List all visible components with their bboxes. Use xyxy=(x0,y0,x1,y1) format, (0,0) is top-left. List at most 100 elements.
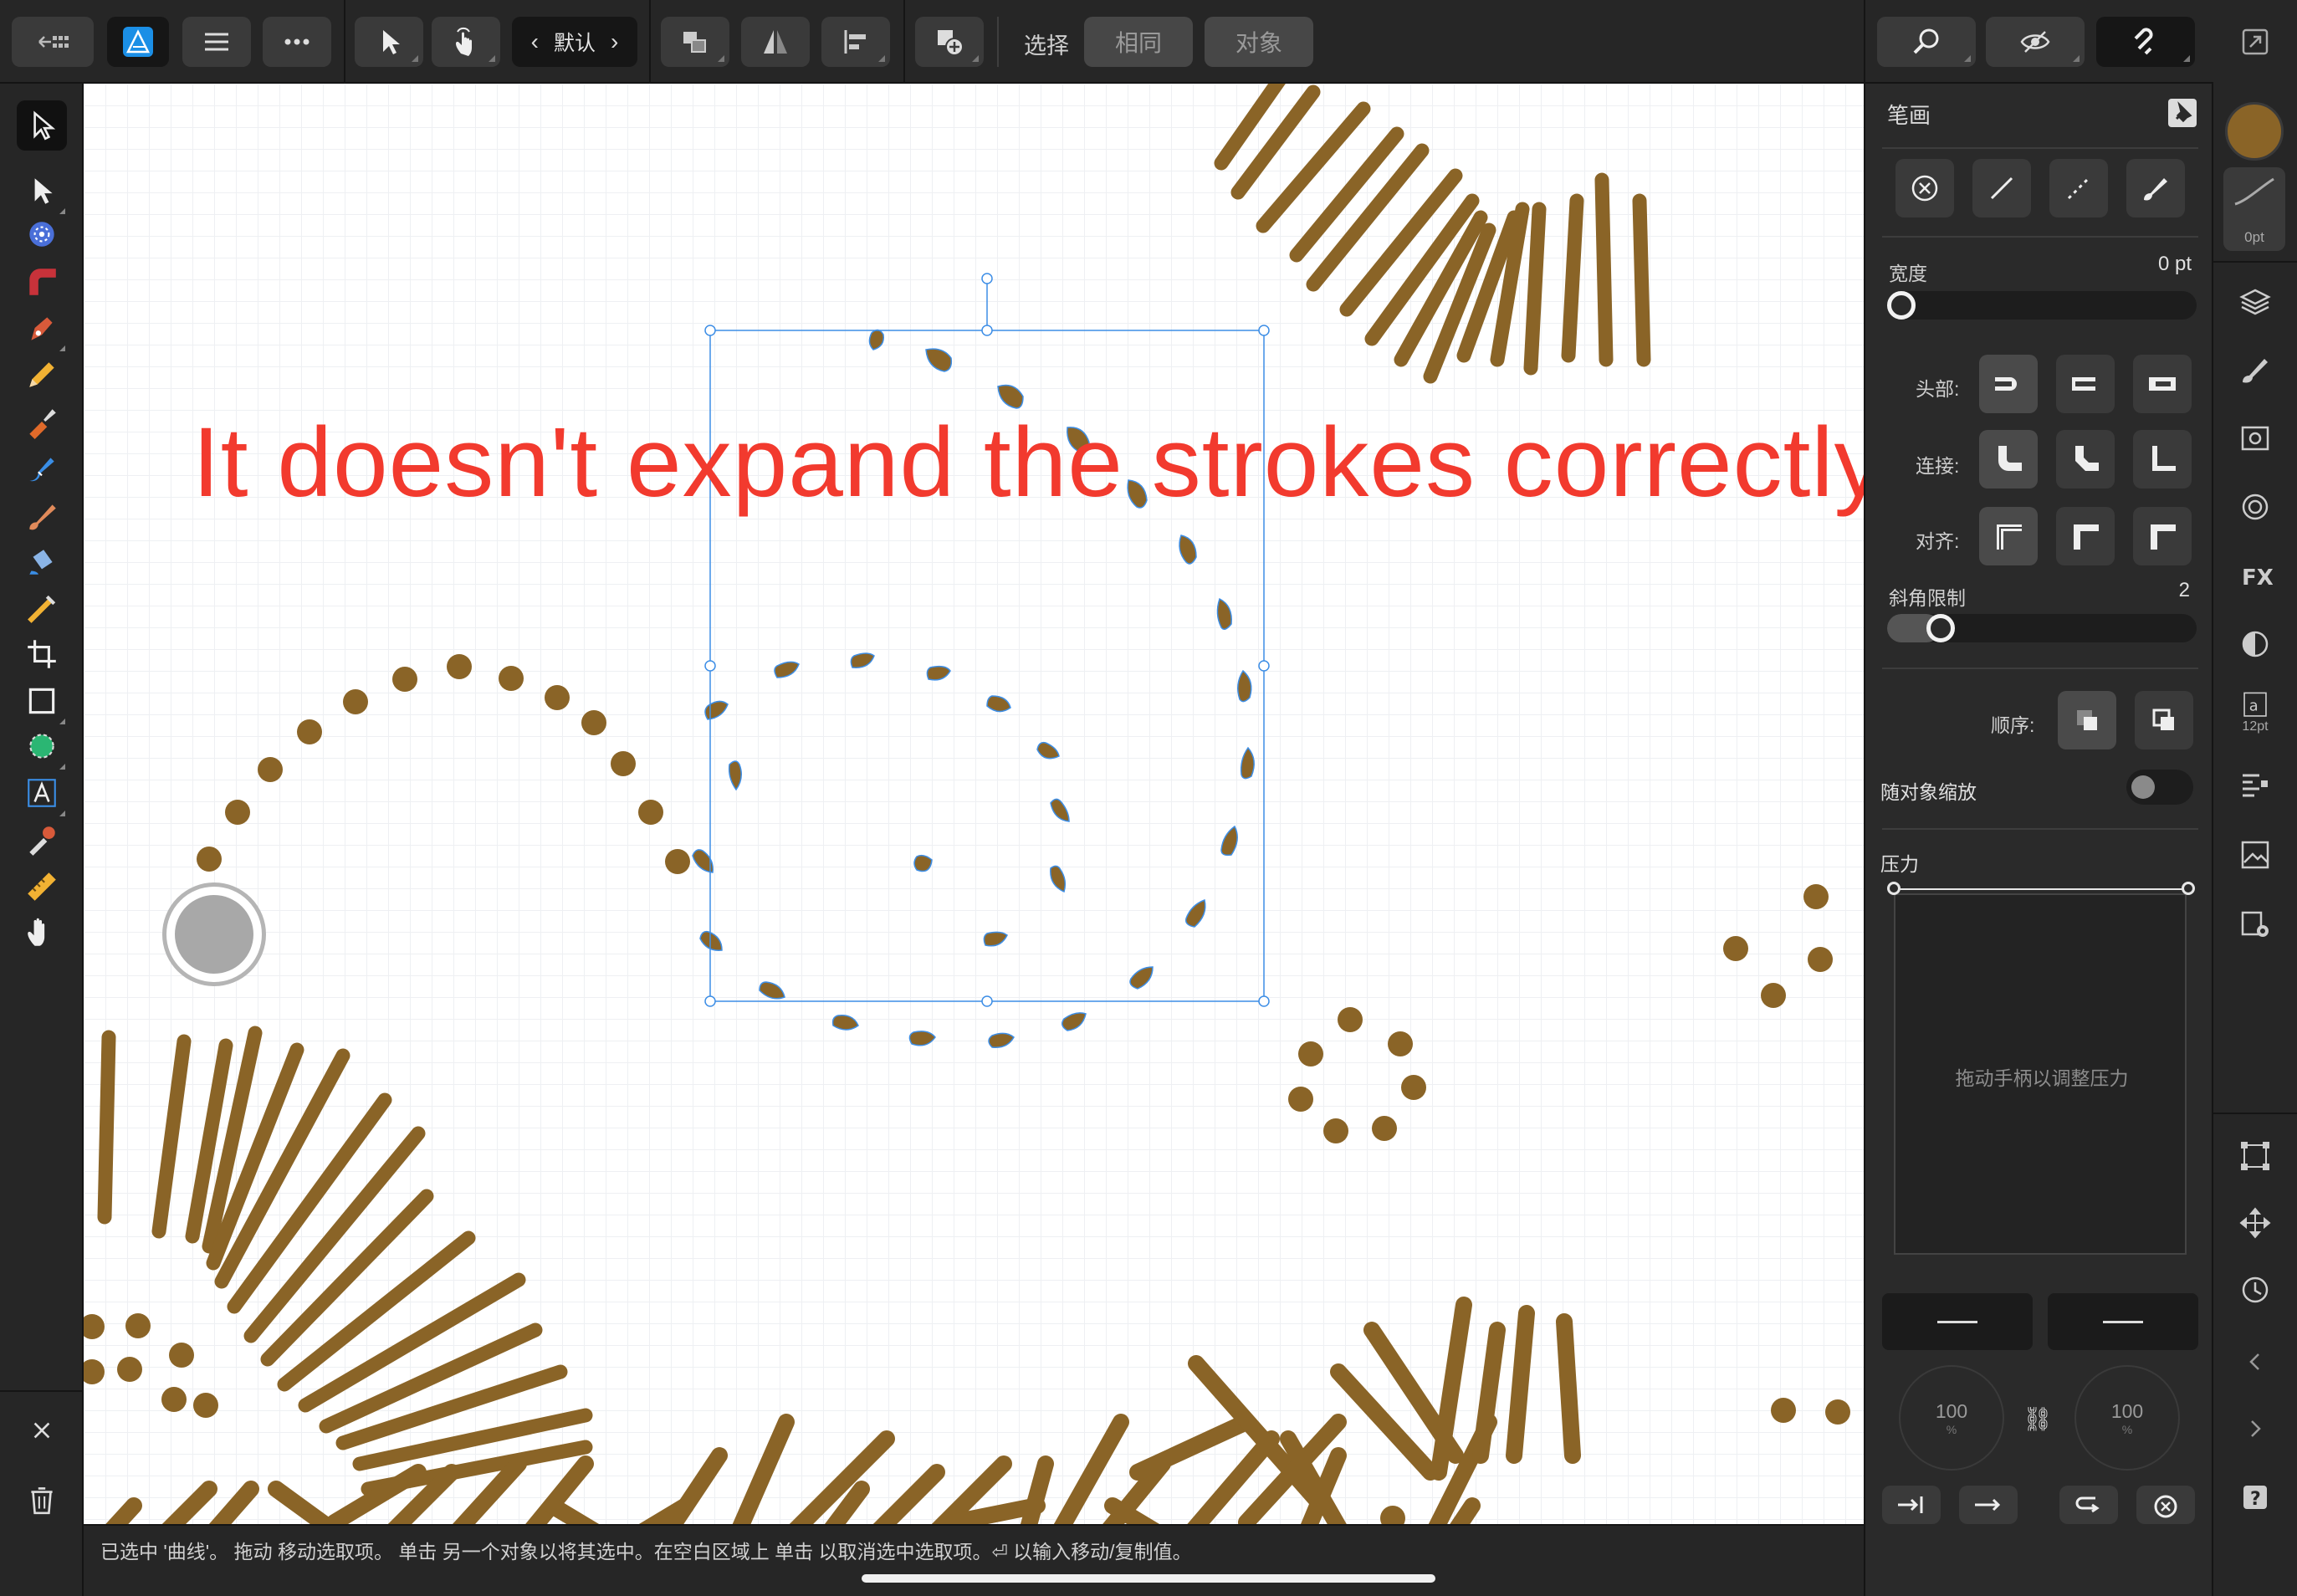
link-icon[interactable]: ⛓ xyxy=(2023,1405,2053,1433)
studio-paragraph[interactable] xyxy=(2230,761,2280,811)
end-arrow-scale-dial[interactable]: 100 % xyxy=(2074,1365,2180,1471)
select-object-button[interactable]: 对象 xyxy=(1205,17,1313,67)
pin-icon[interactable] xyxy=(2168,99,2197,127)
studio-transparency[interactable] xyxy=(2230,482,2280,532)
back-grid-button[interactable] xyxy=(12,17,94,67)
preset-selector[interactable]: ‹ 默认 › xyxy=(512,17,637,67)
tool-fill[interactable] xyxy=(17,443,67,494)
home-indicator[interactable] xyxy=(862,1574,1435,1583)
tool-eyedropper[interactable] xyxy=(17,815,67,865)
studio-layers[interactable] xyxy=(2230,276,2280,326)
tool-point-transform[interactable] xyxy=(17,209,67,259)
stroke-solid-button[interactable] xyxy=(1972,159,2031,217)
swap-arrows-button[interactable] xyxy=(2059,1486,2118,1524)
miter-slider-knob[interactable] xyxy=(1926,614,1956,642)
help-button[interactable]: ? xyxy=(2230,1472,2280,1522)
studio-navigator[interactable] xyxy=(2230,1198,2280,1248)
stroke-front-fill-button[interactable] xyxy=(2135,691,2193,749)
panel-divider xyxy=(1882,236,2198,238)
flip-button[interactable] xyxy=(741,17,810,67)
stroke-behind-fill-button[interactable] xyxy=(2058,691,2116,749)
join-round-button[interactable] xyxy=(2056,430,2115,489)
arrow-outside-button[interactable] xyxy=(1959,1486,2018,1524)
align-outside-button[interactable] xyxy=(2133,507,2192,565)
align-inside-button[interactable] xyxy=(2056,507,2115,565)
studio-appearance[interactable] xyxy=(2230,413,2280,463)
delete-button[interactable] xyxy=(17,1474,67,1524)
studio-color[interactable] xyxy=(2230,619,2280,669)
selection-box[interactable] xyxy=(704,273,1270,1007)
pressure-graph[interactable]: 拖动手柄以调整压力 xyxy=(1894,893,2187,1255)
studio-text-style[interactable]: a 12pt xyxy=(2230,688,2280,738)
move-mode-button[interactable] xyxy=(355,17,423,67)
tool-paint-brush[interactable] xyxy=(17,490,67,540)
studio-history[interactable] xyxy=(2230,1265,2280,1315)
studio-brushes[interactable] xyxy=(2230,345,2280,395)
tool-corner[interactable] xyxy=(17,256,67,306)
tool-text[interactable] xyxy=(17,768,67,818)
order-label: 顺序: xyxy=(1991,714,2035,736)
tool-fill-bucket[interactable] xyxy=(17,537,67,587)
stroke-behind-icon xyxy=(2077,710,2097,730)
width-value[interactable]: 0 pt xyxy=(2158,253,2192,276)
tool-vector-brush[interactable] xyxy=(17,396,67,447)
cancel-button[interactable] xyxy=(17,1405,67,1455)
view-mode-button[interactable] xyxy=(1986,17,2085,67)
tool-shape[interactable] xyxy=(17,721,67,771)
join-bevel-button[interactable] xyxy=(2133,430,2192,489)
stroke-dashed-button[interactable] xyxy=(2049,159,2108,217)
pressure-handle-left[interactable] xyxy=(1887,882,1901,895)
studio-effects[interactable]: FX xyxy=(2230,550,2280,601)
cap-square-button[interactable] xyxy=(2133,355,2192,413)
width-slider[interactable] xyxy=(1887,291,2197,320)
stroke-width-preview[interactable]: 0pt xyxy=(2223,167,2285,251)
select-same-button[interactable]: 相同 xyxy=(1084,17,1193,67)
snapping-button[interactable] xyxy=(1877,17,1976,67)
studio-stock[interactable] xyxy=(2230,830,2280,880)
pressure-curve[interactable] xyxy=(1894,888,2187,890)
stroke-brush-button[interactable] xyxy=(2126,159,2185,217)
tool-pen[interactable] xyxy=(17,303,67,353)
start-arrow-scale-dial[interactable]: 100 % xyxy=(1899,1365,2004,1471)
document-canvas[interactable]: It doesn't expand the strokes correctly xyxy=(84,84,1864,1524)
arrow-position-button[interactable] xyxy=(1882,1486,1941,1524)
tool-node[interactable] xyxy=(17,166,67,216)
tool-hand[interactable] xyxy=(17,907,67,957)
start-arrowhead-button[interactable] xyxy=(1882,1293,2033,1350)
stroke-color-swatch[interactable] xyxy=(2225,102,2284,161)
studio-previous[interactable] xyxy=(2230,1337,2280,1387)
more-button[interactable] xyxy=(263,17,331,67)
tool-crop[interactable] xyxy=(17,629,67,679)
window-button[interactable] xyxy=(2213,0,2297,84)
reset-arrows-button[interactable] xyxy=(2136,1486,2195,1524)
align-center-button[interactable] xyxy=(1979,507,2038,565)
touch-gesture-button[interactable] xyxy=(432,17,500,67)
app-logo-button[interactable] xyxy=(107,17,169,67)
pressure-handle-right[interactable] xyxy=(2182,882,2195,895)
tool-transparency[interactable] xyxy=(17,584,67,634)
cap-butt-button[interactable] xyxy=(1979,355,2038,413)
miter-limit-slider[interactable] xyxy=(1887,614,2197,642)
arrange-button[interactable] xyxy=(661,17,729,67)
preset-prev-icon[interactable]: ‹ xyxy=(531,28,539,55)
floating-modifier-button[interactable] xyxy=(162,882,266,986)
magnet-snap-button[interactable] xyxy=(2096,17,2195,67)
tool-move[interactable] xyxy=(17,100,67,151)
stroke-none-button[interactable] xyxy=(1895,159,1954,217)
width-slider-knob[interactable] xyxy=(1887,291,1916,320)
scale-with-object-toggle[interactable] xyxy=(2126,770,2193,805)
tool-pencil[interactable] xyxy=(17,350,67,400)
studio-settings[interactable] xyxy=(2230,898,2280,949)
align-button[interactable] xyxy=(821,17,890,67)
add-shape-button[interactable] xyxy=(915,17,984,67)
studio-next[interactable] xyxy=(2230,1404,2280,1454)
join-miter-button[interactable] xyxy=(1979,430,2038,489)
menu-button[interactable] xyxy=(182,17,251,67)
cap-round-button[interactable] xyxy=(2056,355,2115,413)
miter-limit-value[interactable]: 2 xyxy=(2179,579,2190,602)
tool-rectangle[interactable] xyxy=(17,676,67,726)
studio-transform[interactable] xyxy=(2230,1131,2280,1181)
tool-ruler[interactable] xyxy=(17,862,67,912)
end-arrowhead-button[interactable] xyxy=(2048,1293,2198,1350)
preset-next-icon[interactable]: › xyxy=(611,28,618,55)
